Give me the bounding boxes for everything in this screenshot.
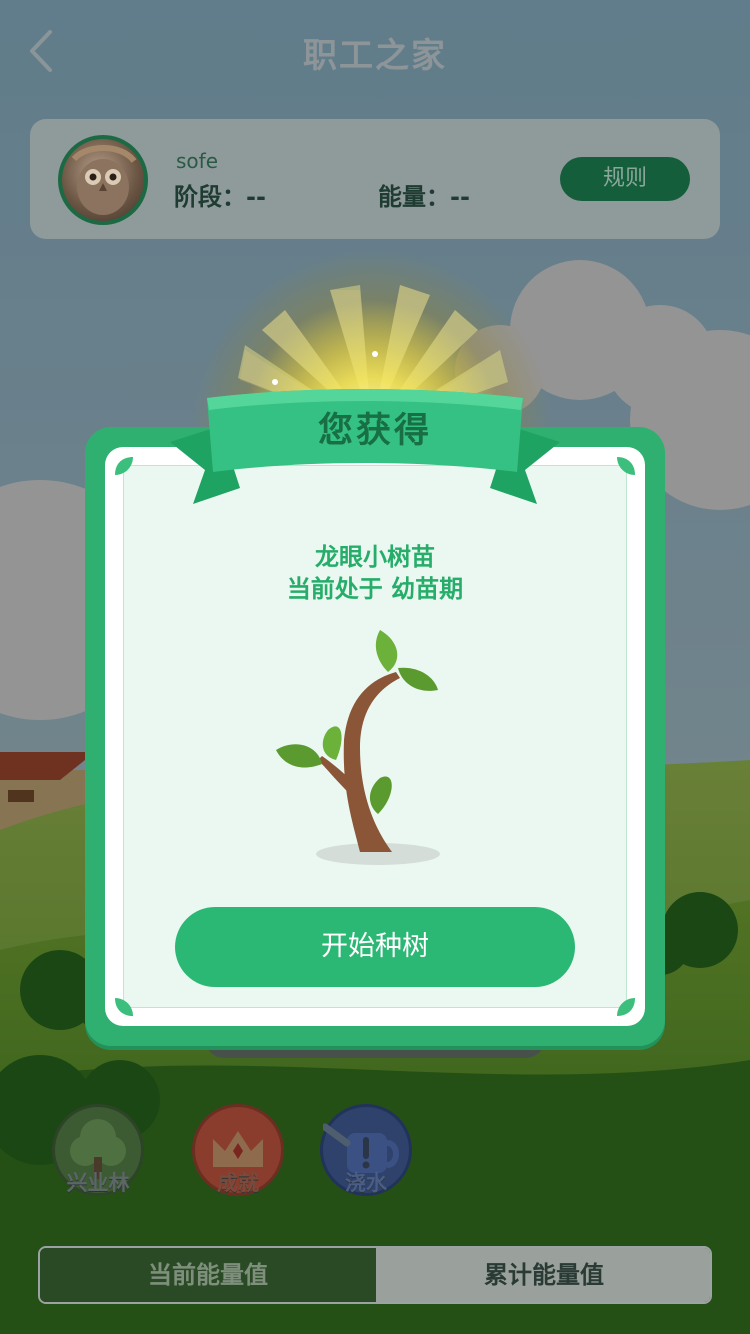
leaf-corner-icon: [115, 457, 133, 475]
stage-label: 阶段：--: [174, 183, 266, 211]
energy-label: 能量：--: [378, 183, 470, 211]
user-info-card: sofe 阶段：-- 能量：-- 规则: [30, 119, 720, 239]
leaf-corner-icon: [617, 998, 635, 1016]
page-title: 职工之家: [303, 36, 447, 76]
achievement-button[interactable]: 成就: [192, 1104, 284, 1196]
forest-button[interactable]: 兴业林: [52, 1104, 144, 1196]
modal-heading: 您获得: [317, 411, 432, 451]
water-label: 浇水: [345, 1171, 387, 1195]
forest-label: 兴业林: [66, 1171, 130, 1195]
sapling-icon: [276, 630, 440, 865]
header: 职工之家: [0, 0, 750, 100]
username: sofe: [176, 149, 219, 173]
tab-total-energy[interactable]: 累计能量值: [376, 1248, 710, 1302]
achievement-label: 成就: [217, 1171, 259, 1195]
owl-avatar-image: [71, 145, 137, 215]
prize-name: 龙眼小树苗: [315, 543, 435, 571]
prize-stage: 当前处于 幼苗期: [286, 575, 464, 603]
water-button[interactable]: 浇水: [320, 1104, 412, 1196]
rules-button[interactable]: 规则: [560, 157, 690, 201]
energy-tabs: 当前能量值 累计能量值: [38, 1246, 712, 1304]
avatar[interactable]: [58, 135, 148, 225]
start-planting-button[interactable]: 开始种树: [175, 907, 575, 987]
tab-current-energy[interactable]: 当前能量值: [40, 1248, 376, 1302]
leaf-corner-icon: [617, 457, 635, 475]
leaf-corner-icon: [115, 998, 133, 1016]
